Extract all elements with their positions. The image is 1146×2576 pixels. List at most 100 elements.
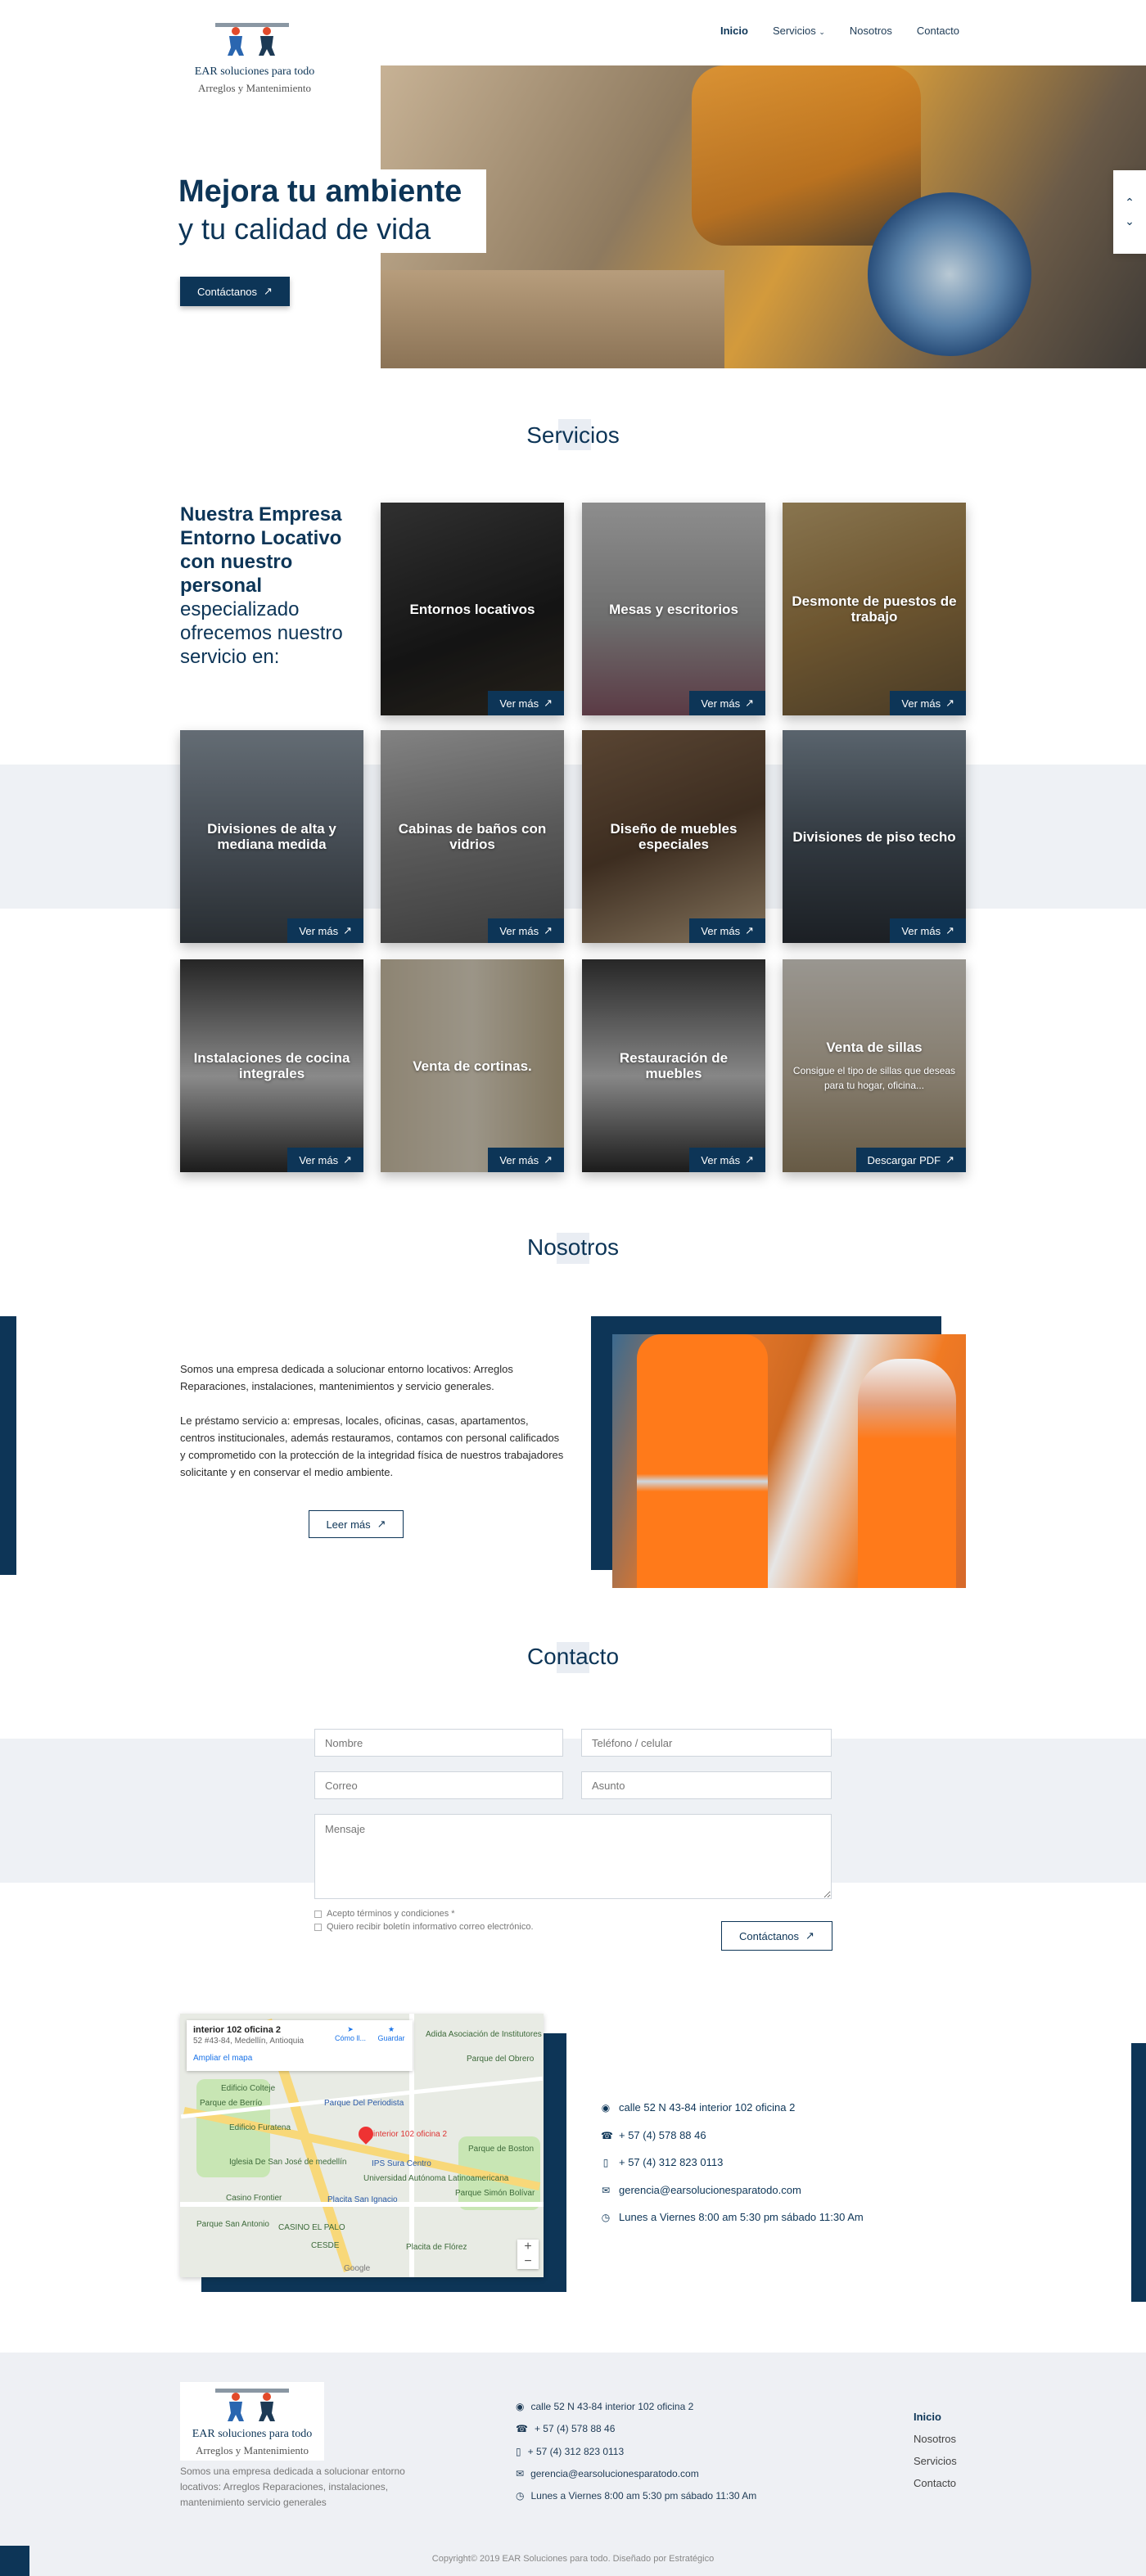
hero-contact-button[interactable]: Contáctanos ↗ [180, 277, 290, 306]
see-more-button[interactable]: Ver más ↗ [689, 691, 765, 715]
services-title: Servicios [526, 422, 620, 448]
footer-address: ◉ calle 52 N 43-84 interior 102 oficina 2 [516, 2401, 693, 2412]
map-label: Google [344, 2264, 371, 2273]
read-more-label: Leer más [326, 1518, 371, 1531]
footer-email[interactable]: ✉ gerencia@earsolucionesparatodo.com [516, 2468, 699, 2479]
footer [0, 2353, 1146, 2576]
mobile-icon: ▯ [516, 2446, 521, 2457]
info-email[interactable]: ✉ gerencia@earsolucionesparatodo.com [601, 2184, 801, 2196]
newsletter-checkbox[interactable]: Quiero recibir boletín informativo corre… [314, 1922, 534, 1932]
read-more-button[interactable]: Leer más ↗ [309, 1510, 404, 1538]
hero-headline: Mejora tu ambiente y tu calidad de vida [178, 169, 486, 253]
about-left-bar [0, 1316, 16, 1575]
arrow-up-right-icon: ↗ [805, 1929, 814, 1942]
email-field[interactable] [314, 1771, 563, 1799]
arrow-up-right-icon: ↗ [544, 697, 553, 709]
arrow-up-right-icon: ↗ [544, 1153, 553, 1166]
see-more-button[interactable]: Ver más ↗ [488, 918, 564, 943]
see-more-button[interactable]: Ver más ↗ [890, 918, 966, 943]
brand-logo[interactable]: EAR soluciones para todo Arreglos y Mant… [178, 20, 331, 98]
service-card-title: Diseño de muebles especiales [610, 821, 738, 852]
download-pdf-button[interactable]: Descargar PDF ↗ [855, 1148, 966, 1172]
hero-glove [692, 65, 921, 246]
nav-inicio[interactable]: Inicio [720, 25, 748, 37]
footer-nav-contacto[interactable]: Contacto [914, 2477, 956, 2489]
service-card-title: Entornos locativos [409, 601, 535, 617]
service-card[interactable]: Divisiones de piso techo Ver más ↗ [783, 730, 966, 943]
copyright: Copyright© 2019 EAR Soluciones para todo… [431, 2554, 715, 2564]
name-field[interactable] [314, 1729, 563, 1757]
see-more-label: Ver más [499, 697, 539, 710]
phone-field[interactable] [581, 1729, 832, 1757]
zoom-out-icon[interactable]: − [517, 2254, 539, 2269]
nav-contacto[interactable]: Contacto [917, 25, 959, 37]
nav-servicios[interactable]: Servicios ⌄ [773, 25, 825, 37]
see-more-button[interactable]: Ver más ↗ [287, 918, 363, 943]
service-card[interactable]: Diseño de muebles especiales Ver más ↗ [582, 730, 765, 943]
service-card[interactable]: Mesas y escritorios Ver más ↗ [582, 503, 765, 715]
see-more-button[interactable]: Ver más ↗ [890, 691, 966, 715]
info-hours-text: Lunes a Viernes 8:00 am 5:30 pm sábado 1… [619, 2211, 864, 2223]
see-more-button[interactable]: Ver más ↗ [287, 1148, 363, 1172]
map-save-button[interactable]: ★ Guardar [375, 2025, 408, 2042]
footer-logo[interactable]: EAR soluciones para todo Arreglos y Mant… [180, 2382, 324, 2461]
band-left [0, 765, 49, 909]
map-enlarge-link[interactable]: Ampliar el mapa [193, 2054, 406, 2063]
contact-submit-button[interactable]: Contáctanos ↗ [721, 1921, 832, 1951]
hero-workbench [381, 270, 724, 368]
map-save-label: Guardar [377, 2034, 405, 2042]
footer-nav-servicios[interactable]: Servicios [914, 2455, 957, 2467]
see-more-label: Ver más [701, 1153, 741, 1166]
see-more-button[interactable]: Ver más ↗ [488, 1148, 564, 1172]
service-card-title: Cabinas de baños con vidrios [398, 821, 547, 852]
info-mobile[interactable]: ▯ + 57 (4) 312 823 0113 [601, 2156, 724, 2168]
service-card[interactable]: Instalaciones de cocina integrales Ver má… [180, 959, 363, 1172]
footer-nav-nosotros[interactable]: Nosotros [914, 2433, 956, 2445]
map-directions-button[interactable]: ➤ Cómo ll... [334, 2025, 367, 2042]
map-label: Edificio Furatena [229, 2123, 291, 2132]
map-label: Parque Simón Bolívar [455, 2189, 535, 2198]
footer-phone-text: + 57 (4) 578 88 46 [534, 2423, 616, 2434]
nav-servicios-label: Servicios [772, 25, 816, 37]
footer-phone[interactable]: ☎ + 57 (4) 578 88 46 [516, 2423, 615, 2434]
service-card[interactable]: Divisiones de alta y mediana medida Ver m… [180, 730, 363, 943]
see-more-label: Ver más [499, 924, 539, 937]
footer-email-text: gerencia@earsolucionesparatodo.com [530, 2468, 699, 2479]
main-nav: Inicio Servicios ⌄ Nosotros Contacto [720, 25, 959, 37]
service-card[interactable]: Entornos locativos Ver más ↗ [381, 503, 564, 715]
info-hours: ◷ Lunes a Viernes 8:00 am 5:30 pm sábado … [601, 2211, 864, 2223]
terms-label: Acepto términos y condiciones * [327, 1909, 455, 1919]
subject-field[interactable] [581, 1771, 832, 1799]
about-image [612, 1334, 966, 1588]
chevron-down-icon[interactable]: ⌄ [1125, 214, 1135, 228]
service-card[interactable]: Restauración de muebles Ver más ↗ [582, 959, 765, 1172]
map-label: Universidad Autónoma Latinoamericana [363, 2174, 509, 2183]
service-card[interactable]: Venta de cortinas. Ver más ↗ [381, 959, 564, 1172]
footer-mobile[interactable]: ▯ + 57 (4) 312 823 0113 [516, 2446, 624, 2457]
map-label: Edificio Colteje [221, 2084, 276, 2093]
services-intro-bold: Nuestra Empresa Entorno Locativo con nue… [180, 503, 342, 597]
terms-checkbox[interactable]: Acepto términos y condiciones * [314, 1909, 455, 1919]
chevron-down-icon: ⌄ [819, 28, 825, 36]
service-card[interactable]: Venta de sillas Consigue el tipo de silla… [783, 959, 966, 1172]
directions-icon: ➤ [347, 2025, 354, 2033]
nav-nosotros[interactable]: Nosotros [850, 25, 892, 37]
service-card[interactable]: Cabinas de baños con vidrios Ver más ↗ [381, 730, 564, 943]
band-right [1103, 765, 1146, 909]
see-more-label: Ver más [499, 1153, 539, 1166]
see-more-button[interactable]: Ver más ↗ [689, 918, 765, 943]
zoom-in-icon[interactable]: + [517, 2240, 539, 2254]
see-more-button[interactable]: Ver más ↗ [488, 691, 564, 715]
service-card[interactable]: Desmonte de puestos de trabajo Ver más ↗ [783, 503, 966, 715]
arrow-up-right-icon: ↗ [745, 924, 754, 936]
chevron-up-icon[interactable]: ⌃ [1125, 196, 1135, 210]
google-map[interactable]: Adida Asociación de Institutores de Anti… [180, 2014, 544, 2277]
footer-nav-inicio[interactable]: Inicio [914, 2411, 941, 2423]
service-card-title: Venta de sillas [826, 1039, 923, 1055]
about-paragraph-1: Somos una empresa dedicada a solucionar … [180, 1363, 513, 1392]
map-place-name: interior 102 oficina 2 [193, 2025, 281, 2035]
info-phone[interactable]: ☎ + 57 (4) 578 88 46 [601, 2129, 706, 2141]
see-more-button[interactable]: Ver más ↗ [689, 1148, 765, 1172]
services-intro-rest: especializado ofrecemos nuestro servicio… [180, 598, 343, 668]
message-field[interactable] [314, 1814, 832, 1899]
